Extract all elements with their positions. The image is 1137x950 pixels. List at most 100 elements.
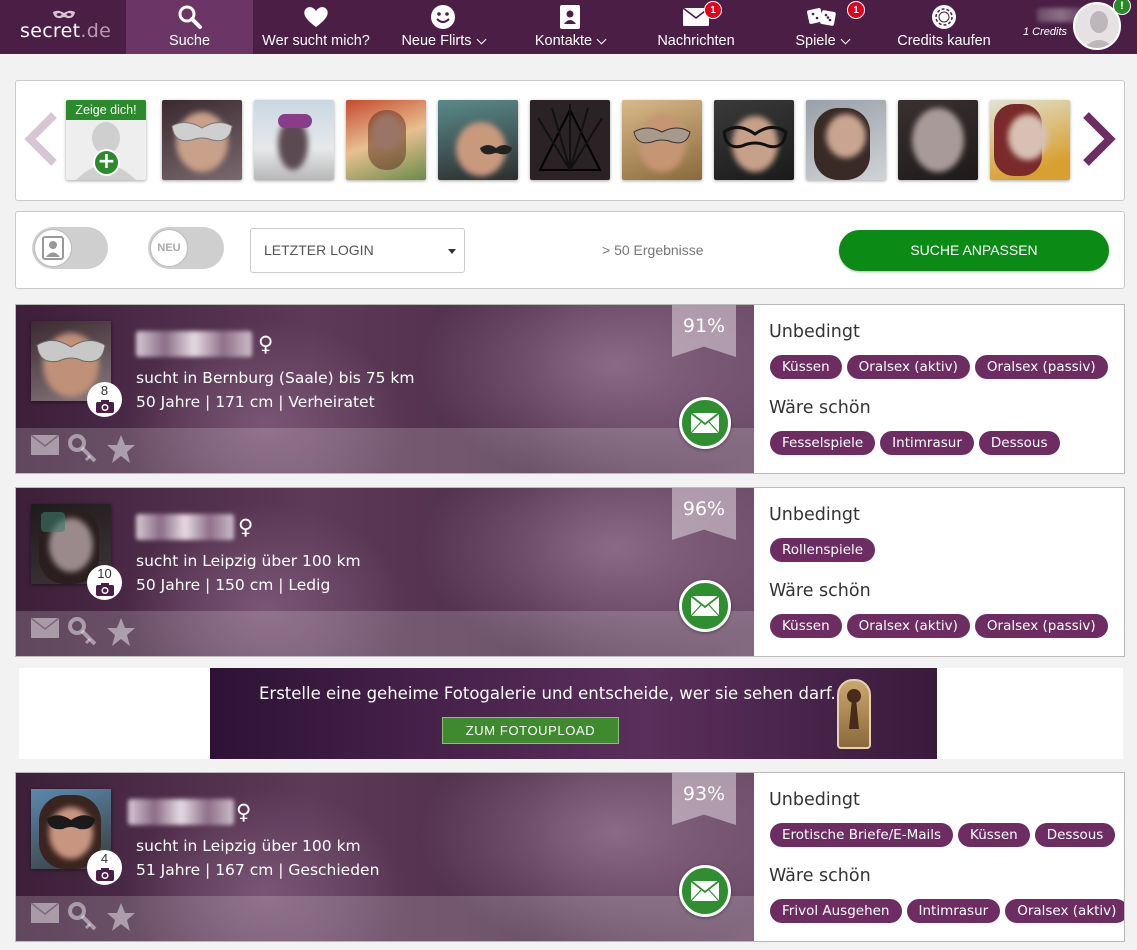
search-location: sucht in Bernburg (Saale) bis 75 km [136, 369, 415, 387]
send-message-button[interactable] [679, 580, 731, 632]
brand-name: secret.de [20, 20, 112, 42]
adjust-search-button[interactable]: SUCHE ANPASSEN [839, 230, 1109, 271]
username-blurred[interactable] [136, 514, 234, 540]
mask-icon [47, 815, 95, 830]
account-menu[interactable]: 1 Credits ! [1017, 0, 1137, 54]
search-location: sucht in Leipzig über 100 km [136, 552, 361, 570]
zeige-dich-label: Zeige dich! [66, 100, 146, 120]
profile-photo-icon [42, 236, 64, 260]
camera-icon [95, 400, 114, 413]
envelope-icon [690, 595, 720, 617]
mask-icon [633, 127, 691, 144]
key-icon[interactable] [68, 434, 98, 464]
photo-only-toggle[interactable] [32, 227, 108, 269]
new-only-toggle[interactable]: NEU [148, 227, 224, 269]
photo-thumb[interactable] [254, 100, 334, 180]
preference-tag: Frivol Ausgehen [770, 899, 902, 923]
new-toggle-label: NEU [157, 242, 181, 254]
promo-banner[interactable]: Erstelle eine geheime Fotogalerie und en… [210, 668, 937, 759]
match-percentage: 96% [682, 498, 726, 520]
nav-nachrichten[interactable]: 1 Nachrichten [633, 0, 759, 54]
photo-thumb[interactable] [714, 100, 794, 180]
photo-thumb[interactable] [162, 100, 242, 180]
username-blurred[interactable] [128, 799, 234, 825]
photo-thumb[interactable] [806, 100, 886, 180]
match-percentage: 93% [682, 783, 726, 805]
envelope-icon[interactable] [30, 434, 60, 456]
address-book-icon [558, 4, 582, 30]
send-message-button[interactable] [679, 865, 731, 917]
chevron-down-icon [596, 34, 607, 44]
search-location: sucht in Leipzig über 100 km [136, 837, 361, 855]
send-message-button[interactable] [679, 397, 731, 449]
search-filter-bar: NEU LETZTER LOGIN > 50 Ergebnisse SUCHE … [15, 211, 1125, 289]
camera-icon [95, 868, 114, 881]
photo-gallery-promo: Erstelle eine geheime Fotogalerie und en… [19, 668, 1123, 759]
camera-icon [95, 583, 114, 596]
photo-upload-button[interactable]: ZUM FOTOUPLOAD [442, 717, 619, 744]
preference-tag: Küssen [770, 355, 842, 379]
nice-to-have-tags: Küssen Oralsex (aktiv) Oralsex (passiv) [770, 614, 1108, 638]
sort-select[interactable]: LETZTER LOGIN [250, 228, 465, 273]
must-have-tags: Rollenspiele [770, 538, 876, 562]
match-percentage: 91% [682, 315, 726, 337]
must-have-heading: Unbedingt [769, 790, 860, 810]
star-icon[interactable] [106, 902, 136, 932]
photo-count-badge[interactable]: 10 [87, 565, 122, 600]
nav-spiele[interactable]: 1 Spiele [759, 0, 885, 54]
must-have-tags: Küssen Oralsex (aktiv) Oralsex (passiv) [770, 355, 1108, 379]
carousel-prev-icon[interactable] [24, 111, 58, 167]
photo-thumb[interactable] [622, 100, 702, 180]
female-icon: ♀ [236, 800, 252, 824]
profile-card[interactable]: 8 ♀ sucht in Bernburg (Saale) bis 75 km … [15, 304, 1125, 474]
carousel-next-icon[interactable] [1082, 111, 1116, 167]
star-icon[interactable] [106, 434, 136, 464]
photo-thumb[interactable] [530, 100, 610, 180]
photo-thumb[interactable] [990, 100, 1070, 180]
photo-thumb[interactable] [346, 100, 426, 180]
profile-details: 50 Jahre | 150 cm | Ledig [136, 576, 331, 594]
photo-count-badge[interactable]: 4 [87, 850, 122, 885]
chip-icon [931, 4, 957, 30]
key-icon[interactable] [68, 617, 98, 647]
add-photo-icon[interactable]: + [93, 149, 120, 176]
brand-logo[interactable]: secret.de [0, 0, 126, 54]
dice-icon [806, 4, 838, 30]
star-icon[interactable] [106, 617, 136, 647]
preference-tag: Küssen [958, 823, 1030, 847]
must-have-heading: Unbedingt [769, 505, 860, 525]
mask-icon [36, 340, 106, 363]
nav-credits-kaufen[interactable]: Credits kaufen [885, 0, 1003, 54]
messages-badge: 1 [704, 1, 722, 19]
search-icon [177, 4, 203, 30]
account-alert-badge: ! [1113, 0, 1131, 15]
envelope-icon[interactable] [30, 617, 60, 639]
preference-tag: Rollenspiele [770, 538, 876, 562]
preference-tag: Intimrasur [906, 899, 1001, 923]
add-own-photo-tile[interactable]: Zeige dich! + [66, 100, 146, 180]
profile-details: 50 Jahre | 171 cm | Verheiratet [136, 393, 375, 411]
credits-count: 1 Credits [1023, 26, 1068, 38]
photo-thumb[interactable] [898, 100, 978, 180]
mask-icon [722, 126, 788, 149]
preference-tag: Erotische Briefe/E-Mails [770, 823, 954, 847]
photo-count-badge[interactable]: 8 [87, 382, 122, 417]
preference-tag: Oralsex (passiv) [974, 355, 1108, 379]
profile-card[interactable]: 10 ♀ sucht in Leipzig über 100 km 50 Jah… [15, 487, 1125, 657]
nav-neue-flirts[interactable]: Neue Flirts [379, 0, 507, 54]
nav-suche[interactable]: Suche [126, 0, 253, 54]
photo-thumb[interactable] [438, 100, 518, 180]
must-have-heading: Unbedingt [769, 322, 860, 342]
key-icon[interactable] [68, 902, 98, 932]
preference-tag: Oralsex (aktiv) [1005, 899, 1124, 923]
preference-tag: Oralsex (passiv) [974, 614, 1108, 638]
nav-kontakte[interactable]: Kontakte [507, 0, 633, 54]
preference-tag: Fesselspiele [770, 431, 876, 455]
profile-card[interactable]: 4 ♀ sucht in Leipzig über 100 km 51 Jahr… [15, 772, 1125, 942]
nice-to-have-tags: Frivol Ausgehen Intimrasur Oralsex (akti… [770, 899, 1124, 923]
username-blurred[interactable] [136, 331, 252, 357]
nav-wer-sucht-mich[interactable]: Wer sucht mich? [253, 0, 379, 54]
mask-icon [480, 145, 512, 155]
envelope-icon[interactable] [30, 902, 60, 924]
preference-tag: Oralsex (aktiv) [846, 355, 970, 379]
